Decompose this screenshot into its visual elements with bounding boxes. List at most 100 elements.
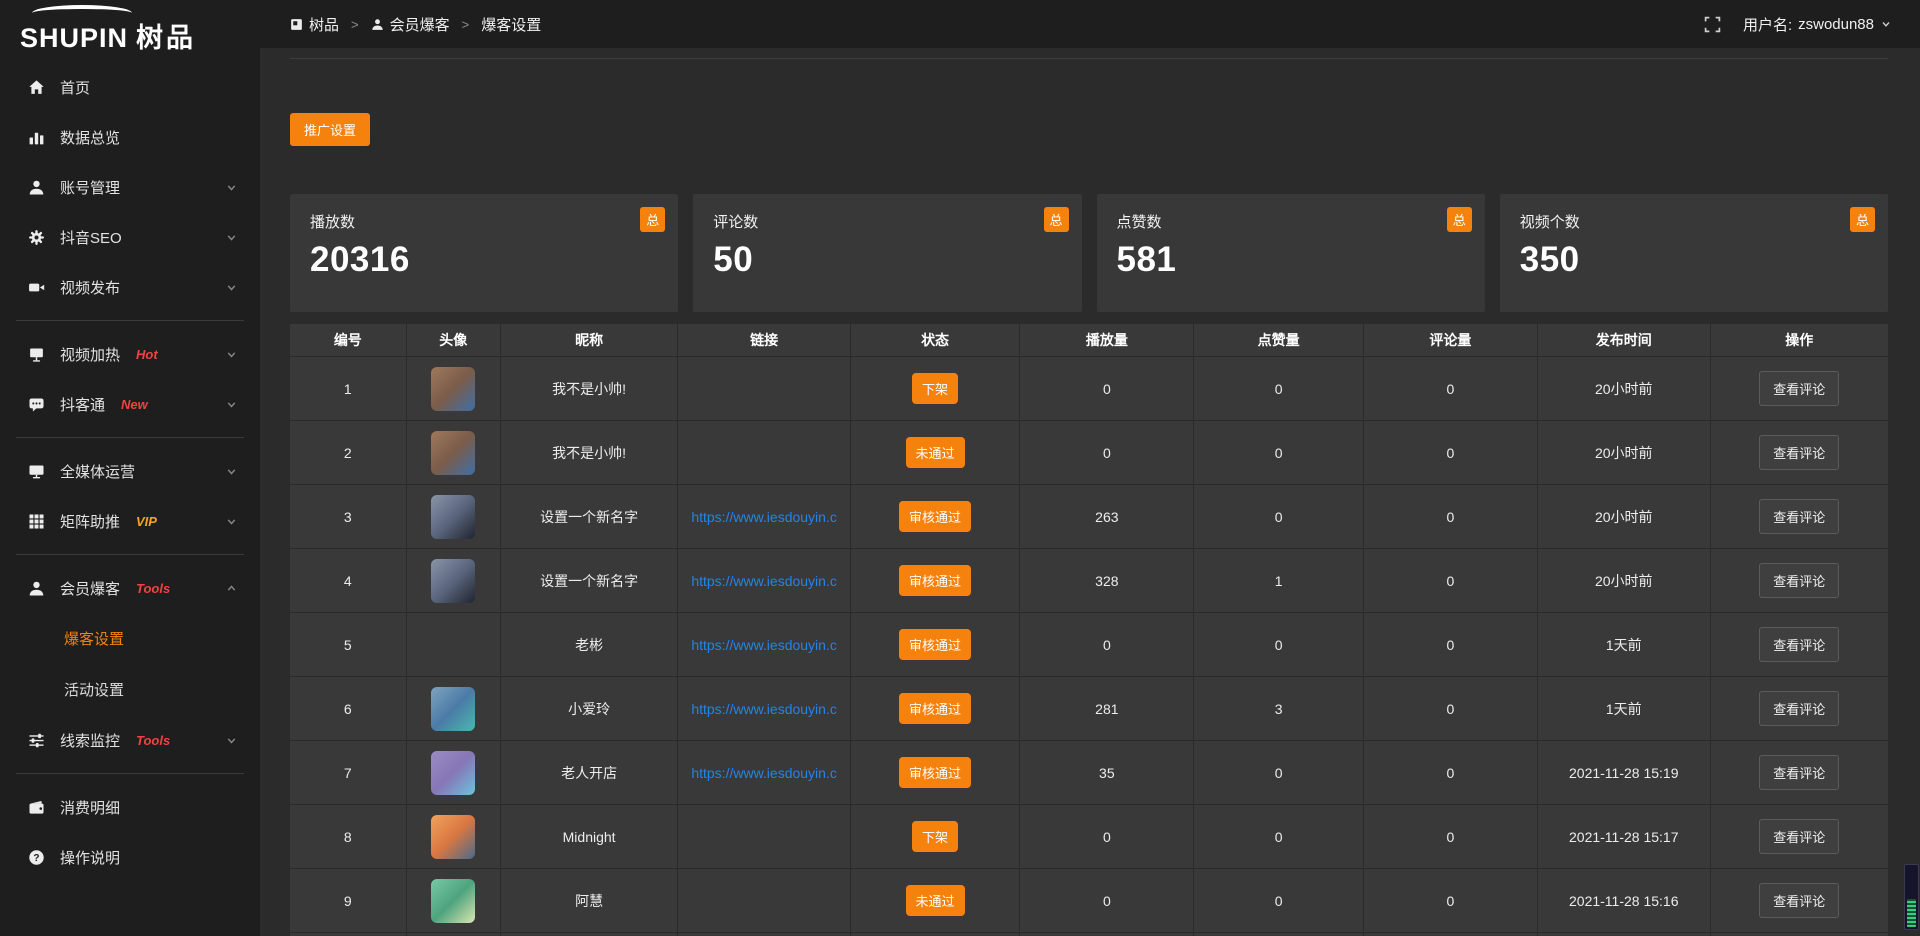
cell-plays: 281: [1020, 677, 1194, 741]
view-comments-button[interactable]: 查看评论: [1759, 883, 1839, 918]
chevron-down-icon: [225, 398, 238, 411]
cell-actions: 查看评论: [1711, 421, 1888, 485]
cell-actions: 查看评论: [1711, 357, 1888, 421]
topbar: 树品>会员爆客>爆客设置 用户名: zswodun88: [260, 0, 1920, 48]
video-link[interactable]: https://www.iesdouyin.c: [691, 509, 837, 525]
cell-status: 审核通过: [851, 549, 1020, 613]
sidebar-item-media-operation[interactable]: 全媒体运营: [0, 446, 260, 496]
sidebar-item-video-heating[interactable]: 视频加热Hot: [0, 329, 260, 379]
avatar-image: [431, 815, 475, 859]
cell-actions: 查看评论: [1711, 741, 1888, 805]
breadcrumb-item-shupin[interactable]: 树品: [290, 14, 339, 35]
view-comments-button[interactable]: 查看评论: [1759, 691, 1839, 726]
sidebar-item-tag: Tools: [136, 733, 170, 748]
status-badge: 审核通过: [899, 693, 971, 724]
logo-sub: 树品: [136, 23, 196, 53]
cell-id: 1: [290, 357, 407, 421]
cell-publish-time: 2021-11-28 15:19: [1538, 741, 1711, 805]
cell-id: 3: [290, 485, 407, 549]
cell-plays: 35: [1020, 741, 1194, 805]
cell-avatar: [407, 677, 501, 741]
cell-status: 未通过: [851, 421, 1020, 485]
cell-nickname: 我不是小帅!: [501, 421, 678, 485]
sidebar-item-operation-guide[interactable]: ?操作说明: [0, 832, 260, 882]
sidebar-item-label: 抖客通: [60, 394, 105, 415]
sidebar-item-tag: VIP: [136, 514, 157, 529]
sidebar-item-label: 视频发布: [60, 277, 120, 298]
svg-text:?: ?: [33, 853, 39, 864]
stats-cards: 播放数总20316评论数总50点赞数总581视频个数总350: [290, 194, 1888, 312]
accounts-table: 编号头像昵称链接状态播放量点赞量评论量发布时间操作1我不是小帅!下架00020小…: [290, 324, 1888, 936]
cell-id: 5: [290, 613, 407, 677]
video-link[interactable]: https://www.iesdouyin.c: [691, 701, 837, 717]
monitor-bars: [1907, 899, 1916, 927]
video-link[interactable]: https://www.iesdouyin.c: [691, 573, 837, 589]
view-comments-button[interactable]: 查看评论: [1759, 435, 1839, 470]
breadcrumb: 树品>会员爆客>爆客设置: [290, 14, 541, 35]
column-header: 发布时间: [1538, 324, 1711, 357]
sidebar-item-data-overview[interactable]: 数据总览: [0, 112, 260, 162]
table-row: 1我不是小帅!下架00020小时前查看评论: [290, 357, 1888, 421]
stat-card: 视频个数总350: [1500, 194, 1888, 312]
cell-id: 6: [290, 677, 407, 741]
sidebar-item-label: 消费明细: [60, 797, 120, 818]
cell-likes: 0: [1194, 805, 1363, 869]
cell-link: https://www.iesdouyin.c: [678, 549, 851, 613]
video-link[interactable]: https://www.iesdouyin.c: [691, 765, 837, 781]
sidebar-item-video-publish[interactable]: 视频发布: [0, 262, 260, 312]
sidebar-item-tag: Hot: [136, 347, 158, 362]
view-comments-button[interactable]: 查看评论: [1759, 755, 1839, 790]
view-comments-button[interactable]: 查看评论: [1759, 563, 1839, 598]
cell-actions: 查看评论: [1711, 549, 1888, 613]
stat-card: 点赞数总581: [1097, 194, 1485, 312]
table-row: 6小爱玲https://www.iesdouyin.c审核通过281301天前查…: [290, 677, 1888, 741]
cell-comments: 0: [1364, 677, 1538, 741]
sidebar-item-label: 矩阵助推: [60, 511, 120, 532]
promo-settings-button[interactable]: 推广设置: [290, 113, 370, 146]
cell-status: 未通过: [851, 869, 1020, 933]
logo-text: SHUPIN树品: [20, 16, 260, 55]
app-logo[interactable]: SHUPIN树品: [0, 0, 260, 60]
fullscreen-icon[interactable]: [1704, 16, 1721, 33]
chevron-down-icon: [225, 515, 238, 528]
sidebar-item-matrix-boost[interactable]: 矩阵助推 VIP: [0, 496, 260, 546]
cell-status: 审核通过: [851, 741, 1020, 805]
breadcrumb-item-member-baoke[interactable]: 会员爆客: [371, 14, 450, 35]
avatar-image: [431, 495, 475, 539]
view-comments-button[interactable]: 查看评论: [1759, 499, 1839, 534]
sidebar-item-tag: Tools: [136, 581, 170, 596]
sidebar-subitem-baoke-settings[interactable]: 爆客设置: [0, 613, 260, 664]
sidebar-item-home[interactable]: 首页: [0, 62, 260, 112]
video-link[interactable]: https://www.iesdouyin.c: [691, 637, 837, 653]
cell-actions: 查看评论: [1711, 485, 1888, 549]
content-divider: [290, 58, 1888, 59]
cell-nickname: Midnight: [501, 805, 678, 869]
cell-link: [678, 869, 851, 933]
sidebar-item-label: 首页: [60, 77, 90, 98]
sidebar-divider: [16, 773, 244, 774]
view-comments-button[interactable]: 查看评论: [1759, 371, 1839, 406]
sidebar-subitem-activity-settings[interactable]: 活动设置: [0, 664, 260, 715]
cell-nickname: 老人开店: [501, 741, 678, 805]
breadcrumb-item-baoke-settings[interactable]: 爆客设置: [481, 14, 541, 35]
cell-avatar: [407, 549, 501, 613]
cell-publish-time: 1天前: [1538, 613, 1711, 677]
sidebar-item-member-baoke[interactable]: 会员爆客Tools: [0, 563, 260, 613]
cell-avatar: [407, 357, 501, 421]
cell-status: 下架: [851, 805, 1020, 869]
sidebar-item-consumption-detail[interactable]: 消费明细: [0, 782, 260, 832]
cell-nickname: 老彬: [501, 613, 678, 677]
sidebar-item-clue-monitor[interactable]: 线索监控Tools: [0, 715, 260, 765]
avatar-image: [431, 559, 475, 603]
column-header: 评论量: [1364, 324, 1538, 357]
sidebar-item-account-management[interactable]: 账号管理: [0, 162, 260, 212]
wallet-icon: [28, 799, 45, 816]
user-menu[interactable]: 用户名: zswodun88: [1743, 14, 1892, 35]
view-comments-button[interactable]: 查看评论: [1759, 819, 1839, 854]
avatar-image: [431, 367, 475, 411]
status-badge: 下架: [912, 373, 958, 404]
stat-card: 播放数总20316: [290, 194, 678, 312]
view-comments-button[interactable]: 查看评论: [1759, 627, 1839, 662]
sidebar-item-douyin-seo[interactable]: 抖音SEO: [0, 212, 260, 262]
sidebar-item-douketong[interactable]: 抖客通New: [0, 379, 260, 429]
